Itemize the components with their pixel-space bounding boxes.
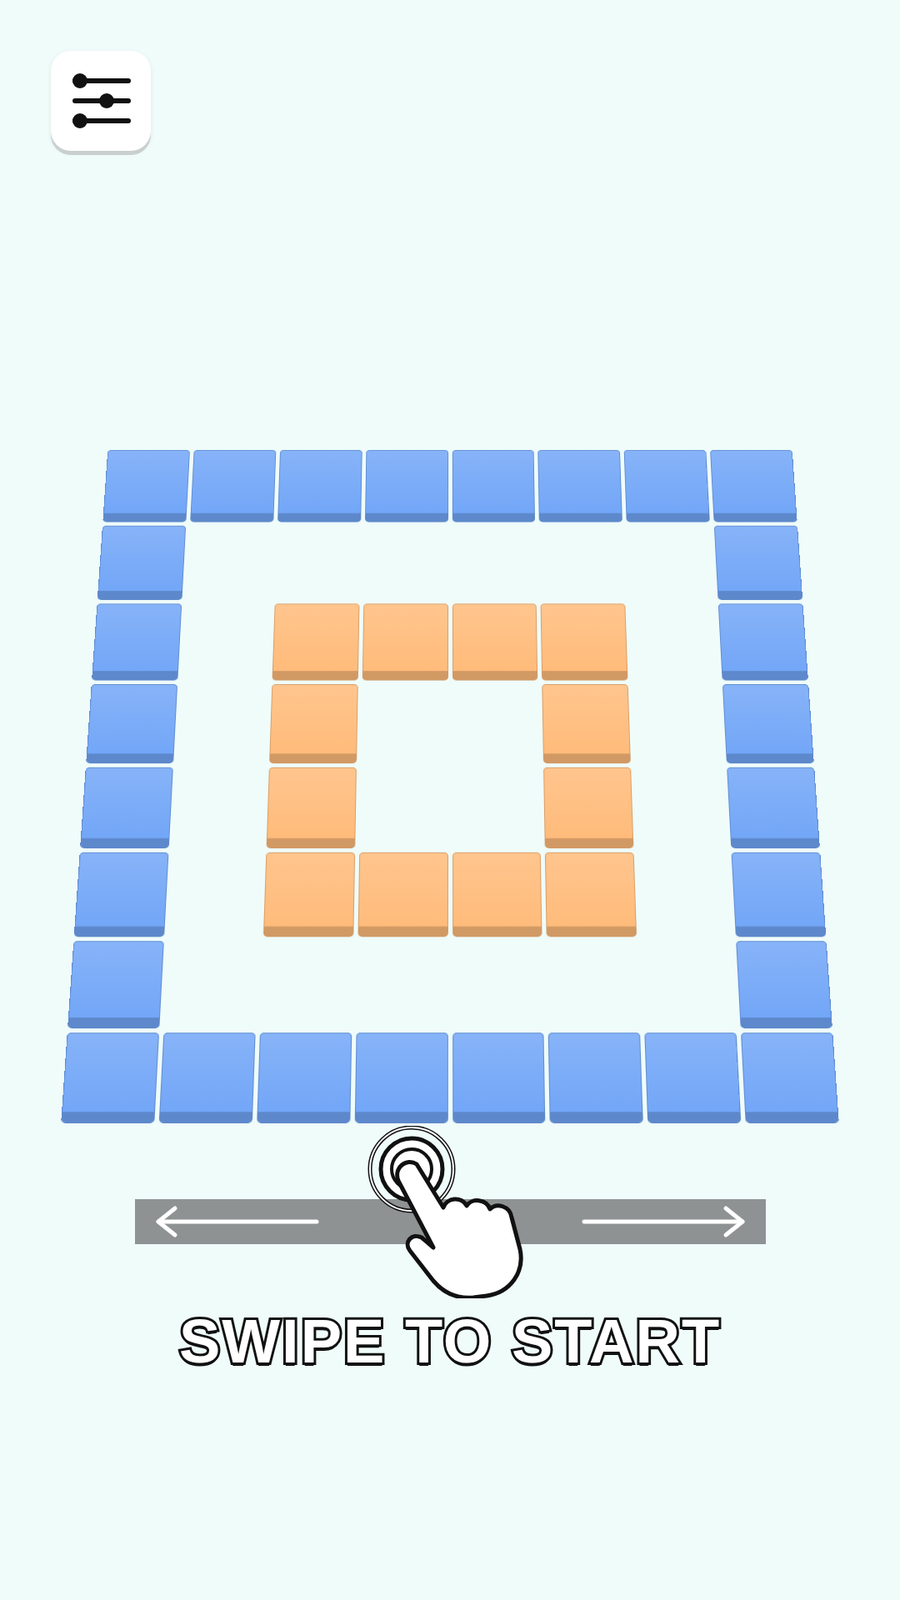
empty-cell [451,684,540,764]
tile [714,525,803,600]
empty-cell [626,525,715,600]
tile [263,852,355,937]
empty-cell [181,603,270,680]
tile [735,940,833,1029]
tile [85,684,178,764]
tile [451,603,538,680]
tile [710,450,798,523]
tile [67,940,165,1029]
empty-cell [452,766,542,849]
tile [452,852,543,937]
empty-cell [173,766,265,849]
tile [538,450,624,523]
empty-cell [163,940,259,1029]
tile [74,852,170,937]
left-arrow-icon [153,1205,320,1239]
tile [357,852,448,937]
empty-cell [260,940,354,1029]
tile [726,766,820,849]
tile [269,684,359,764]
tile [97,525,186,600]
tile [256,1032,352,1123]
empty-cell [632,684,723,764]
tile [731,852,827,937]
tile [452,1032,546,1123]
tile [645,1032,742,1123]
tile [543,766,634,849]
empty-cell [452,940,545,1029]
tile [451,450,535,523]
sliders-icon [70,73,132,129]
tile [624,450,710,523]
game-screen: SWIPE TO START [0,0,900,1600]
empty-cell [451,525,537,600]
tile [354,1032,448,1123]
empty-cell [177,684,268,764]
empty-cell [629,603,718,680]
tile [190,450,276,523]
tile-grid [60,450,840,1124]
tile [718,603,809,680]
tile [365,450,449,523]
game-board[interactable] [60,450,840,1124]
empty-cell [363,525,449,600]
swipe-prompt: SWIPE TO START [170,1304,730,1379]
tile [91,603,182,680]
tile [540,603,629,680]
tile [545,852,637,937]
pointing-hand-icon [363,1125,539,1299]
empty-cell [641,940,737,1029]
tile [277,450,363,523]
empty-cell [275,525,361,600]
tile [60,1032,160,1123]
tile [548,1032,644,1123]
settings-button[interactable] [50,50,151,151]
tile [159,1032,256,1123]
tile [271,603,360,680]
right-arrow-icon [580,1205,748,1239]
empty-cell [355,940,448,1029]
tile [722,684,815,764]
tile [80,766,174,849]
empty-cell [635,766,727,849]
empty-cell [185,525,274,600]
empty-cell [360,684,449,764]
empty-cell [546,940,640,1029]
swipe-bar[interactable] [135,1199,766,1245]
empty-cell [168,852,262,937]
tile [740,1032,840,1123]
tile [265,766,356,849]
empty-cell [638,852,732,937]
tile [102,450,190,523]
empty-cell [539,525,625,600]
empty-cell [359,766,449,849]
tile [542,684,632,764]
tile [361,603,448,680]
